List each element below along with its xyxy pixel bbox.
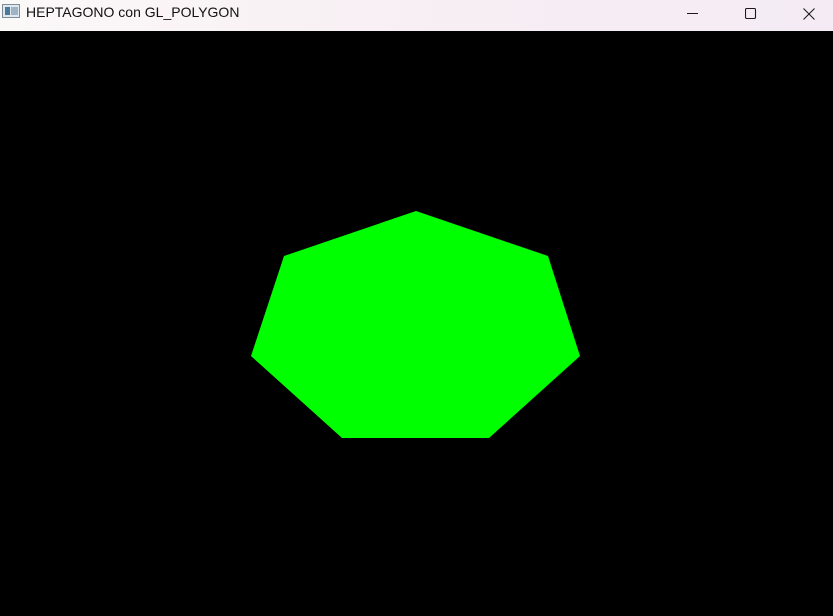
opengl-scene: [251, 211, 580, 438]
window-title: HEPTAGONO con GL_POLYGON: [26, 4, 240, 20]
maximize-button[interactable]: [722, 0, 780, 27]
minimize-icon: [687, 12, 698, 14]
close-button[interactable]: [780, 0, 833, 27]
maximize-icon: [745, 7, 757, 19]
opengl-canvas[interactable]: [0, 31, 833, 616]
app-window: HEPTAGONO con GL_POLYGON: [0, 0, 833, 616]
app-window-icon: [2, 4, 20, 18]
minimize-button[interactable]: [664, 0, 722, 27]
close-icon: [803, 7, 815, 20]
heptagon-shape: [251, 211, 580, 438]
title-bar[interactable]: HEPTAGONO con GL_POLYGON: [0, 0, 833, 31]
